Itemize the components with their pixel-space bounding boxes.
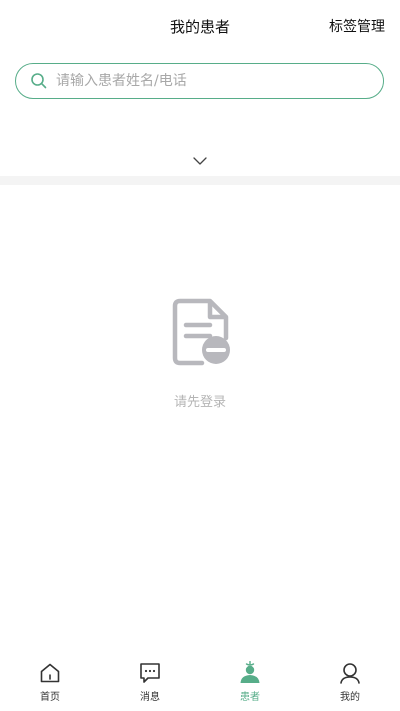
document-minus-icon: [172, 298, 230, 366]
tab-patients[interactable]: 患者: [200, 655, 300, 711]
search-icon: [31, 73, 47, 89]
section-divider: [0, 176, 400, 185]
search-box[interactable]: [15, 63, 384, 99]
tag-management-button[interactable]: 标签管理: [329, 16, 385, 36]
home-icon: [40, 663, 60, 683]
empty-state-message: 请先登录: [173, 395, 226, 410]
patients-page: 我的患者 标签管理 请先登录 首页: [0, 0, 400, 711]
tab-label: 患者: [240, 692, 260, 703]
chevron-down-icon[interactable]: [192, 155, 208, 167]
header-bar: 我的患者 标签管理: [0, 0, 400, 52]
tab-label: 我的: [340, 692, 360, 703]
patient-icon: [240, 661, 260, 683]
tab-messages[interactable]: 消息: [100, 655, 200, 711]
bottom-tab-bar: 首页 消息 患者 我的: [0, 655, 400, 711]
tab-label: 消息: [140, 692, 160, 703]
user-icon: [340, 663, 360, 684]
tab-mine[interactable]: 我的: [300, 655, 400, 711]
tab-label: 首页: [40, 692, 60, 703]
message-icon: [140, 663, 160, 683]
tab-home[interactable]: 首页: [0, 655, 100, 711]
search-input[interactable]: [56, 73, 356, 89]
